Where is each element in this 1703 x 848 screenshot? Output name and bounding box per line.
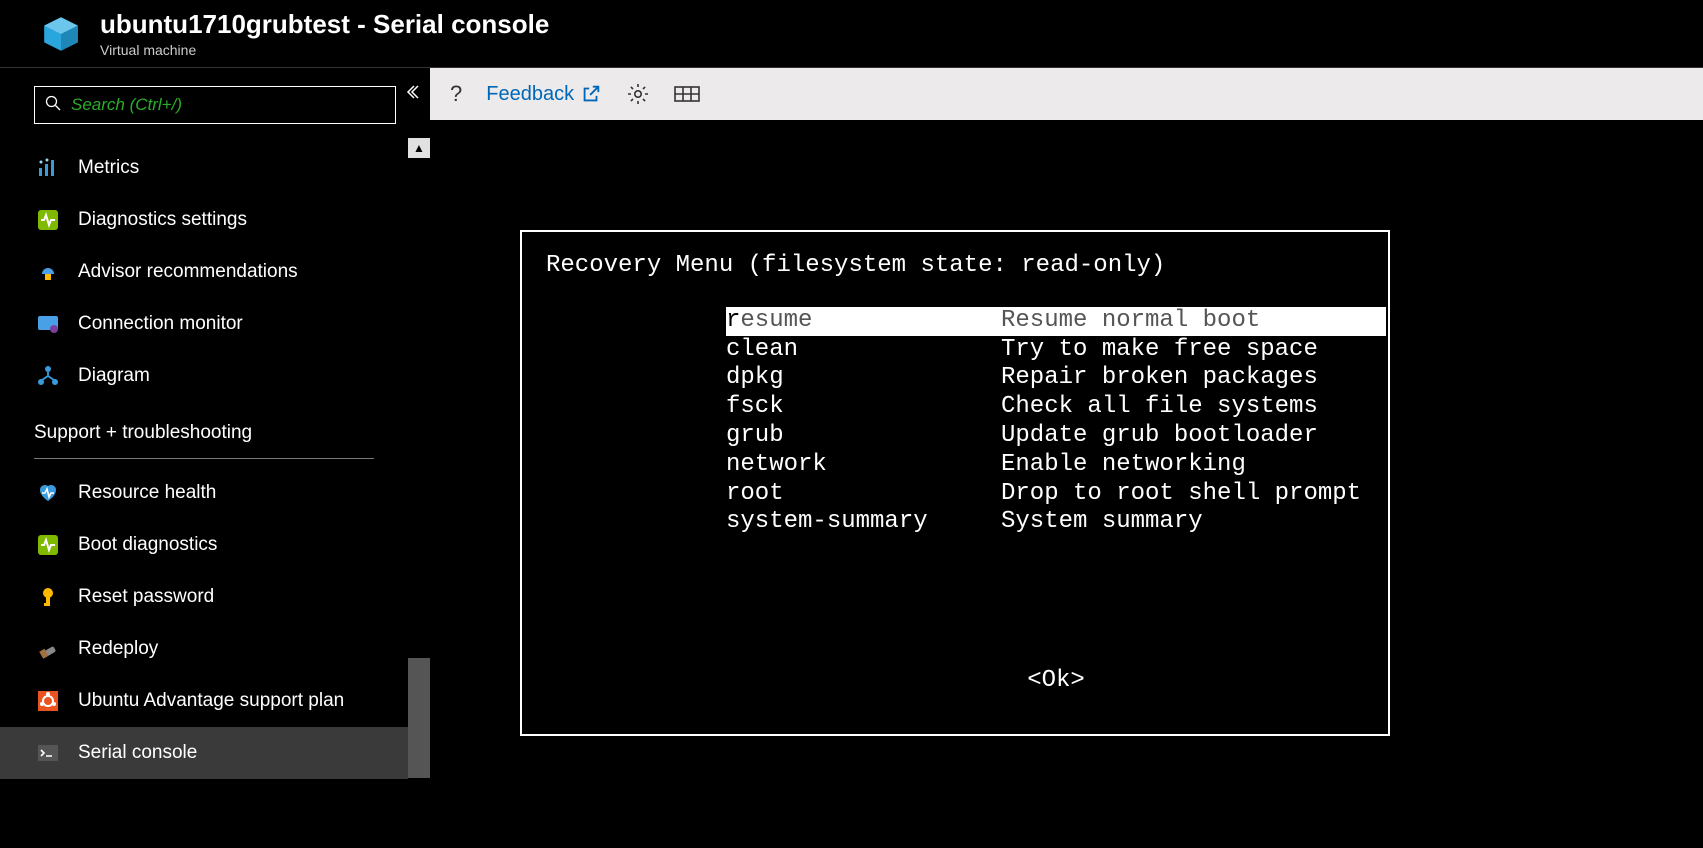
sidebar-divider — [34, 458, 374, 459]
nav-icon — [34, 687, 62, 715]
nav-label: Reset password — [78, 586, 214, 608]
recovery-menu-item-resume[interactable]: resumeResume normal boot — [726, 307, 1386, 336]
sidebar-item-advisor-recommendations[interactable]: Advisor recommendations — [0, 246, 408, 298]
sidebar-item-connection-monitor[interactable]: Connection monitor — [0, 298, 408, 350]
toolbar: ? Feedback — [430, 68, 1703, 120]
recovery-menu-item-root[interactable]: rootDrop to root shell prompt — [726, 480, 1386, 509]
recovery-menu-item-clean[interactable]: cleanTry to make free space — [726, 336, 1386, 365]
recovery-menu-item-fsck[interactable]: fsckCheck all file systems — [726, 393, 1386, 422]
page-title: ubuntu1710grubtest - Serial console — [100, 9, 549, 40]
nav-icon — [34, 635, 62, 663]
recovery-menu-box: Recovery Menu (filesystem state: read-on… — [520, 230, 1390, 736]
sidebar-item-reset-password[interactable]: Reset password — [0, 571, 408, 623]
sidebar-item-boot-diagnostics[interactable]: Boot diagnostics — [0, 519, 408, 571]
page-header: ubuntu1710grubtest - Serial console Virt… — [0, 0, 1703, 68]
nav-icon — [34, 206, 62, 234]
nav-icon — [34, 258, 62, 286]
nav-icon — [34, 739, 62, 767]
external-link-icon — [580, 83, 602, 105]
recovery-menu-item-dpkg[interactable]: dpkgRepair broken packages — [726, 364, 1386, 393]
nav-label: Diagram — [78, 365, 150, 387]
sidebar-scrollbar[interactable]: ▲ — [408, 138, 430, 848]
recovery-menu-item-network[interactable]: networkEnable networking — [726, 451, 1386, 480]
nav-label: Metrics — [78, 157, 139, 179]
sidebar: Metrics Diagnostics settings Advisor recom… — [0, 68, 430, 848]
nav-icon — [34, 362, 62, 390]
nav-label: Boot diagnostics — [78, 534, 217, 556]
collapse-sidebar-button[interactable] — [404, 84, 420, 105]
nav-label: Redeploy — [78, 638, 158, 660]
nav-label: Ubuntu Advantage support plan — [78, 690, 344, 712]
main-pane: ? Feedback Recovery Menu (filesystem sta… — [430, 68, 1703, 848]
nav-label: Serial console — [78, 742, 197, 764]
nav-label: Advisor recommendations — [78, 261, 298, 283]
sidebar-item-resource-health[interactable]: Resource health — [0, 467, 408, 519]
sidebar-search[interactable] — [34, 86, 396, 124]
sidebar-item-serial-console[interactable]: Serial console — [0, 727, 408, 779]
nav-icon — [34, 479, 62, 507]
sidebar-item-metrics[interactable]: Metrics — [0, 142, 408, 194]
nav-icon — [34, 310, 62, 338]
vm-icon — [40, 13, 82, 55]
search-icon — [45, 95, 61, 116]
scrollbar-thumb[interactable] — [408, 658, 430, 778]
nav-label: Diagnostics settings — [78, 209, 247, 231]
feedback-button[interactable]: Feedback — [486, 83, 602, 106]
recovery-menu-item-grub[interactable]: grubUpdate grub bootloader — [726, 422, 1386, 451]
nav-icon — [34, 531, 62, 559]
feedback-label: Feedback — [486, 83, 574, 106]
ok-button[interactable]: <Ok> — [726, 667, 1386, 696]
nav-icon — [34, 154, 62, 182]
nav-label: Connection monitor — [78, 313, 243, 335]
sidebar-item-redeploy[interactable]: Redeploy — [0, 623, 408, 675]
recovery-menu-item-system-summary[interactable]: system-summarySystem summary — [726, 508, 1386, 537]
help-button[interactable]: ? — [450, 81, 462, 107]
sidebar-section-header: Support + troubleshooting — [0, 402, 408, 452]
sidebar-item-diagram[interactable]: Diagram — [0, 350, 408, 402]
page-subtitle: Virtual machine — [100, 42, 549, 58]
sidebar-item-diagnostics-settings[interactable]: Diagnostics settings — [0, 194, 408, 246]
nav-icon — [34, 583, 62, 611]
search-input[interactable] — [71, 95, 385, 115]
serial-console[interactable]: Recovery Menu (filesystem state: read-on… — [430, 120, 1703, 848]
recovery-menu-title: Recovery Menu (filesystem state: read-on… — [546, 252, 1364, 281]
nav-label: Resource health — [78, 482, 216, 504]
sidebar-item-ubuntu-advantage-support-plan[interactable]: Ubuntu Advantage support plan — [0, 675, 408, 727]
settings-button[interactable] — [626, 82, 650, 106]
keyboard-button[interactable] — [674, 84, 700, 104]
scroll-up-icon[interactable]: ▲ — [408, 138, 430, 158]
